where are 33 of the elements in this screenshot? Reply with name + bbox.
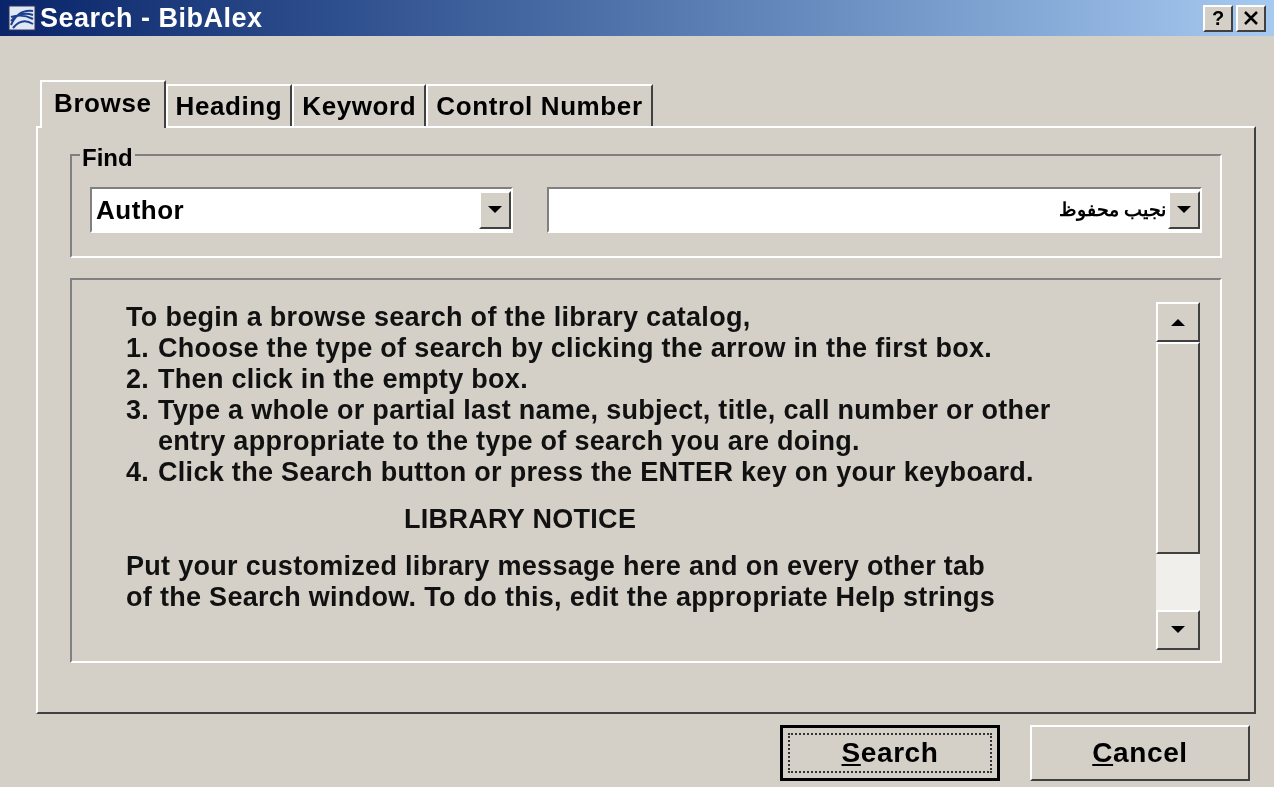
search-type-dropdown[interactable]: Author (90, 187, 514, 233)
help-text: Click the Search button or press the ENTER key on your keyboard. (157, 457, 1035, 488)
help-text: To begin a browse search of the library catalog, (126, 302, 752, 333)
window-title: Search - BibAlex (40, 1, 264, 35)
step-number: 1. (126, 333, 151, 364)
help-text: of the Search window. To do this, edit the appropriate Help strings (126, 582, 997, 613)
cancel-button[interactable]: Cancel (1030, 725, 1250, 781)
tab[interactable]: Browse (40, 80, 166, 128)
scroll-up-button[interactable] (1156, 302, 1200, 342)
help-text: Then click in the empty box. (157, 364, 529, 395)
scrollbar[interactable] (1156, 302, 1200, 650)
down-arrow-icon (488, 206, 503, 214)
search-term-field[interactable]: نجيب محفوظ (547, 187, 1202, 233)
tab[interactable]: Keyword (292, 84, 427, 126)
scroll-down-button[interactable] (1156, 610, 1200, 650)
help-text: Put your customized library message here and on every other tab (126, 551, 987, 582)
down-arrow-icon (1177, 206, 1191, 214)
step-number: 4. (126, 457, 151, 488)
help-text: Type a whole or partial last name, subject, title, call number or other entry appropriate to the type of search you are doing. (157, 395, 1052, 457)
close-icon (1244, 11, 1258, 25)
down-arrow-icon (1171, 626, 1185, 634)
close-button[interactable] (1236, 4, 1266, 32)
up-arrow-icon (1171, 318, 1185, 326)
tab[interactable]: Heading (165, 84, 293, 126)
help-text: Choose the type of search by clicking the arrow in the first box. (157, 333, 994, 364)
step-number: 2. (126, 364, 151, 395)
search-button[interactable]: Search (780, 725, 1000, 781)
scroll-thumb[interactable] (1156, 342, 1200, 554)
notice-heading: LIBRARY NOTICE (403, 504, 638, 535)
app-icon (8, 5, 36, 31)
tab[interactable]: Control Number (426, 84, 653, 126)
help-button[interactable]: ? (1203, 4, 1233, 32)
step-number: 3. (126, 395, 151, 427)
